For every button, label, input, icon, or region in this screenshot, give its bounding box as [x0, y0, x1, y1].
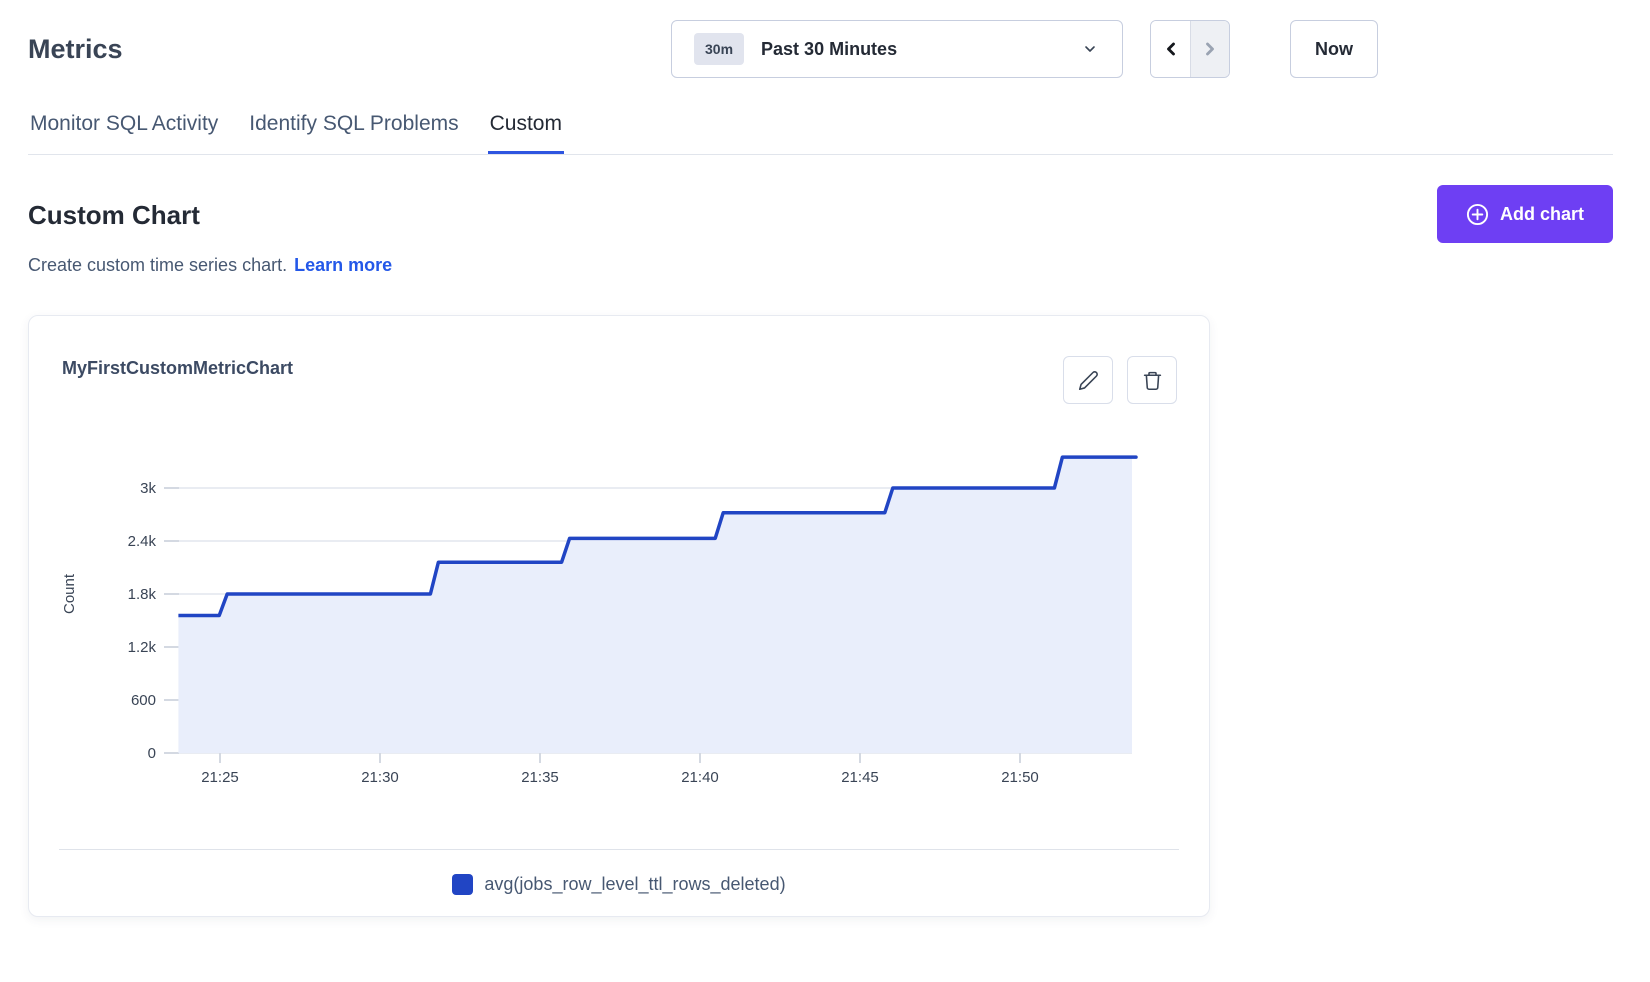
- svg-text:21:35: 21:35: [521, 769, 559, 786]
- section-subtitle: Create custom time series chart. Learn mo…: [28, 255, 392, 276]
- legend-swatch: [452, 874, 473, 895]
- chevron-right-icon: [1200, 39, 1220, 59]
- tab-custom[interactable]: Custom: [488, 112, 564, 155]
- plus-circle-icon: [1466, 203, 1489, 226]
- now-button[interactable]: Now: [1290, 20, 1378, 78]
- section-subtitle-text: Create custom time series chart.: [28, 255, 287, 275]
- svg-text:21:30: 21:30: [361, 769, 399, 786]
- learn-more-link[interactable]: Learn more: [294, 255, 392, 275]
- chevron-left-icon: [1161, 39, 1181, 59]
- delete-chart-button[interactable]: [1127, 356, 1177, 404]
- svg-text:3k: 3k: [140, 480, 156, 497]
- metrics-page: Metrics 30m Past 30 Minutes Now Monitor …: [0, 0, 1650, 982]
- tab-identify-sql-problems[interactable]: Identify SQL Problems: [247, 112, 460, 155]
- metric-chart-svg: 0 600 1.2k 1.8k 2.4k 3k 21:25 21:30 21:35 21:40 21…: [49, 426, 1153, 791]
- chevron-down-icon: [1082, 41, 1098, 57]
- svg-text:600: 600: [131, 692, 156, 709]
- svg-text:21:40: 21:40: [681, 769, 719, 786]
- chart-card-title: MyFirstCustomMetricChart: [62, 358, 293, 379]
- svg-text:1.2k: 1.2k: [128, 639, 157, 656]
- legend-label: avg(jobs_row_level_ttl_rows_deleted): [484, 874, 785, 895]
- section-title: Custom Chart: [28, 200, 200, 231]
- tab-bar: Monitor SQL Activity Identify SQL Proble…: [28, 112, 564, 155]
- svg-text:Count: Count: [61, 573, 78, 614]
- svg-text:21:25: 21:25: [201, 769, 239, 786]
- svg-text:0: 0: [148, 745, 156, 762]
- svg-text:2.4k: 2.4k: [128, 533, 157, 550]
- add-chart-label: Add chart: [1500, 204, 1584, 225]
- pencil-icon: [1078, 370, 1099, 391]
- next-range-button[interactable]: [1190, 21, 1229, 77]
- svg-text:21:45: 21:45: [841, 769, 879, 786]
- chart-legend: avg(jobs_row_level_ttl_rows_deleted): [29, 874, 1209, 895]
- chart-card: MyFirstCustomMetricChart 0 600 1.2k 1.8k 2.4…: [28, 315, 1210, 917]
- card-divider: [59, 849, 1179, 850]
- add-chart-button[interactable]: Add chart: [1437, 185, 1613, 243]
- metric-chart[interactable]: 0 600 1.2k 1.8k 2.4k 3k 21:25 21:30 21:35 21:40 21…: [49, 426, 1153, 791]
- svg-text:1.8k: 1.8k: [128, 586, 157, 603]
- trash-icon: [1142, 370, 1163, 391]
- page-title: Metrics: [28, 34, 123, 65]
- tab-monitor-sql-activity[interactable]: Monitor SQL Activity: [28, 112, 220, 155]
- time-range-select[interactable]: 30m Past 30 Minutes: [671, 20, 1123, 78]
- edit-chart-button[interactable]: [1063, 356, 1113, 404]
- prev-range-button[interactable]: [1151, 21, 1190, 77]
- time-range-arrows: [1150, 20, 1230, 78]
- svg-text:21:50: 21:50: [1001, 769, 1039, 786]
- time-range-badge: 30m: [694, 33, 744, 65]
- tab-bar-divider: [28, 154, 1613, 155]
- time-range-label: Past 30 Minutes: [761, 39, 897, 60]
